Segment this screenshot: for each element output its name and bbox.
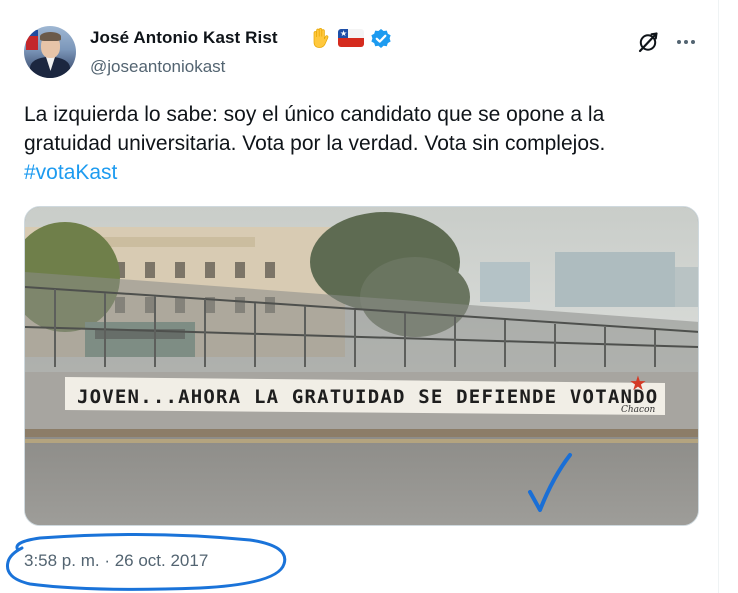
tweet-text-line: La izquierda lo sabe: soy el único candi… xyxy=(24,103,605,126)
column-divider xyxy=(718,0,719,593)
verified-badge-icon[interactable] xyxy=(370,28,392,50)
hashtag-link[interactable]: #votaKast xyxy=(24,161,117,184)
banner-text: JOVEN...AHORA LA GRATUIDAD SE DEFIENDE V… xyxy=(77,386,658,408)
tweet-timestamp[interactable]: 3:58 p. m. · 26 oct. 2017 xyxy=(24,551,208,571)
chile-flag-icon: ★ xyxy=(338,29,364,47)
more-icon[interactable] xyxy=(674,30,698,54)
tweet-media-photo[interactable]: JOVEN...AHORA LA GRATUIDAD SE DEFIENDE V… xyxy=(24,206,699,526)
tweet-text-line: gratuidad universitaria. Vota por la ver… xyxy=(24,132,606,155)
author-name[interactable]: José Antonio Kast Rist xyxy=(90,28,278,48)
author-handle[interactable]: @joseantoniokast xyxy=(90,57,225,77)
banner-star: ★ xyxy=(629,371,647,395)
photo-illustration: JOVEN...AHORA LA GRATUIDAD SE DEFIENDE V… xyxy=(25,207,698,525)
tweet-card: José Antonio Kast Rist ★ @joseantoniokas… xyxy=(0,0,738,593)
tweet-text: La izquierda lo sabe: soy el único candi… xyxy=(24,100,704,187)
avatar[interactable] xyxy=(24,26,76,78)
banner-signature: Chacon xyxy=(621,405,656,415)
raised-hand-icon xyxy=(313,27,329,48)
grok-icon[interactable] xyxy=(636,30,660,54)
